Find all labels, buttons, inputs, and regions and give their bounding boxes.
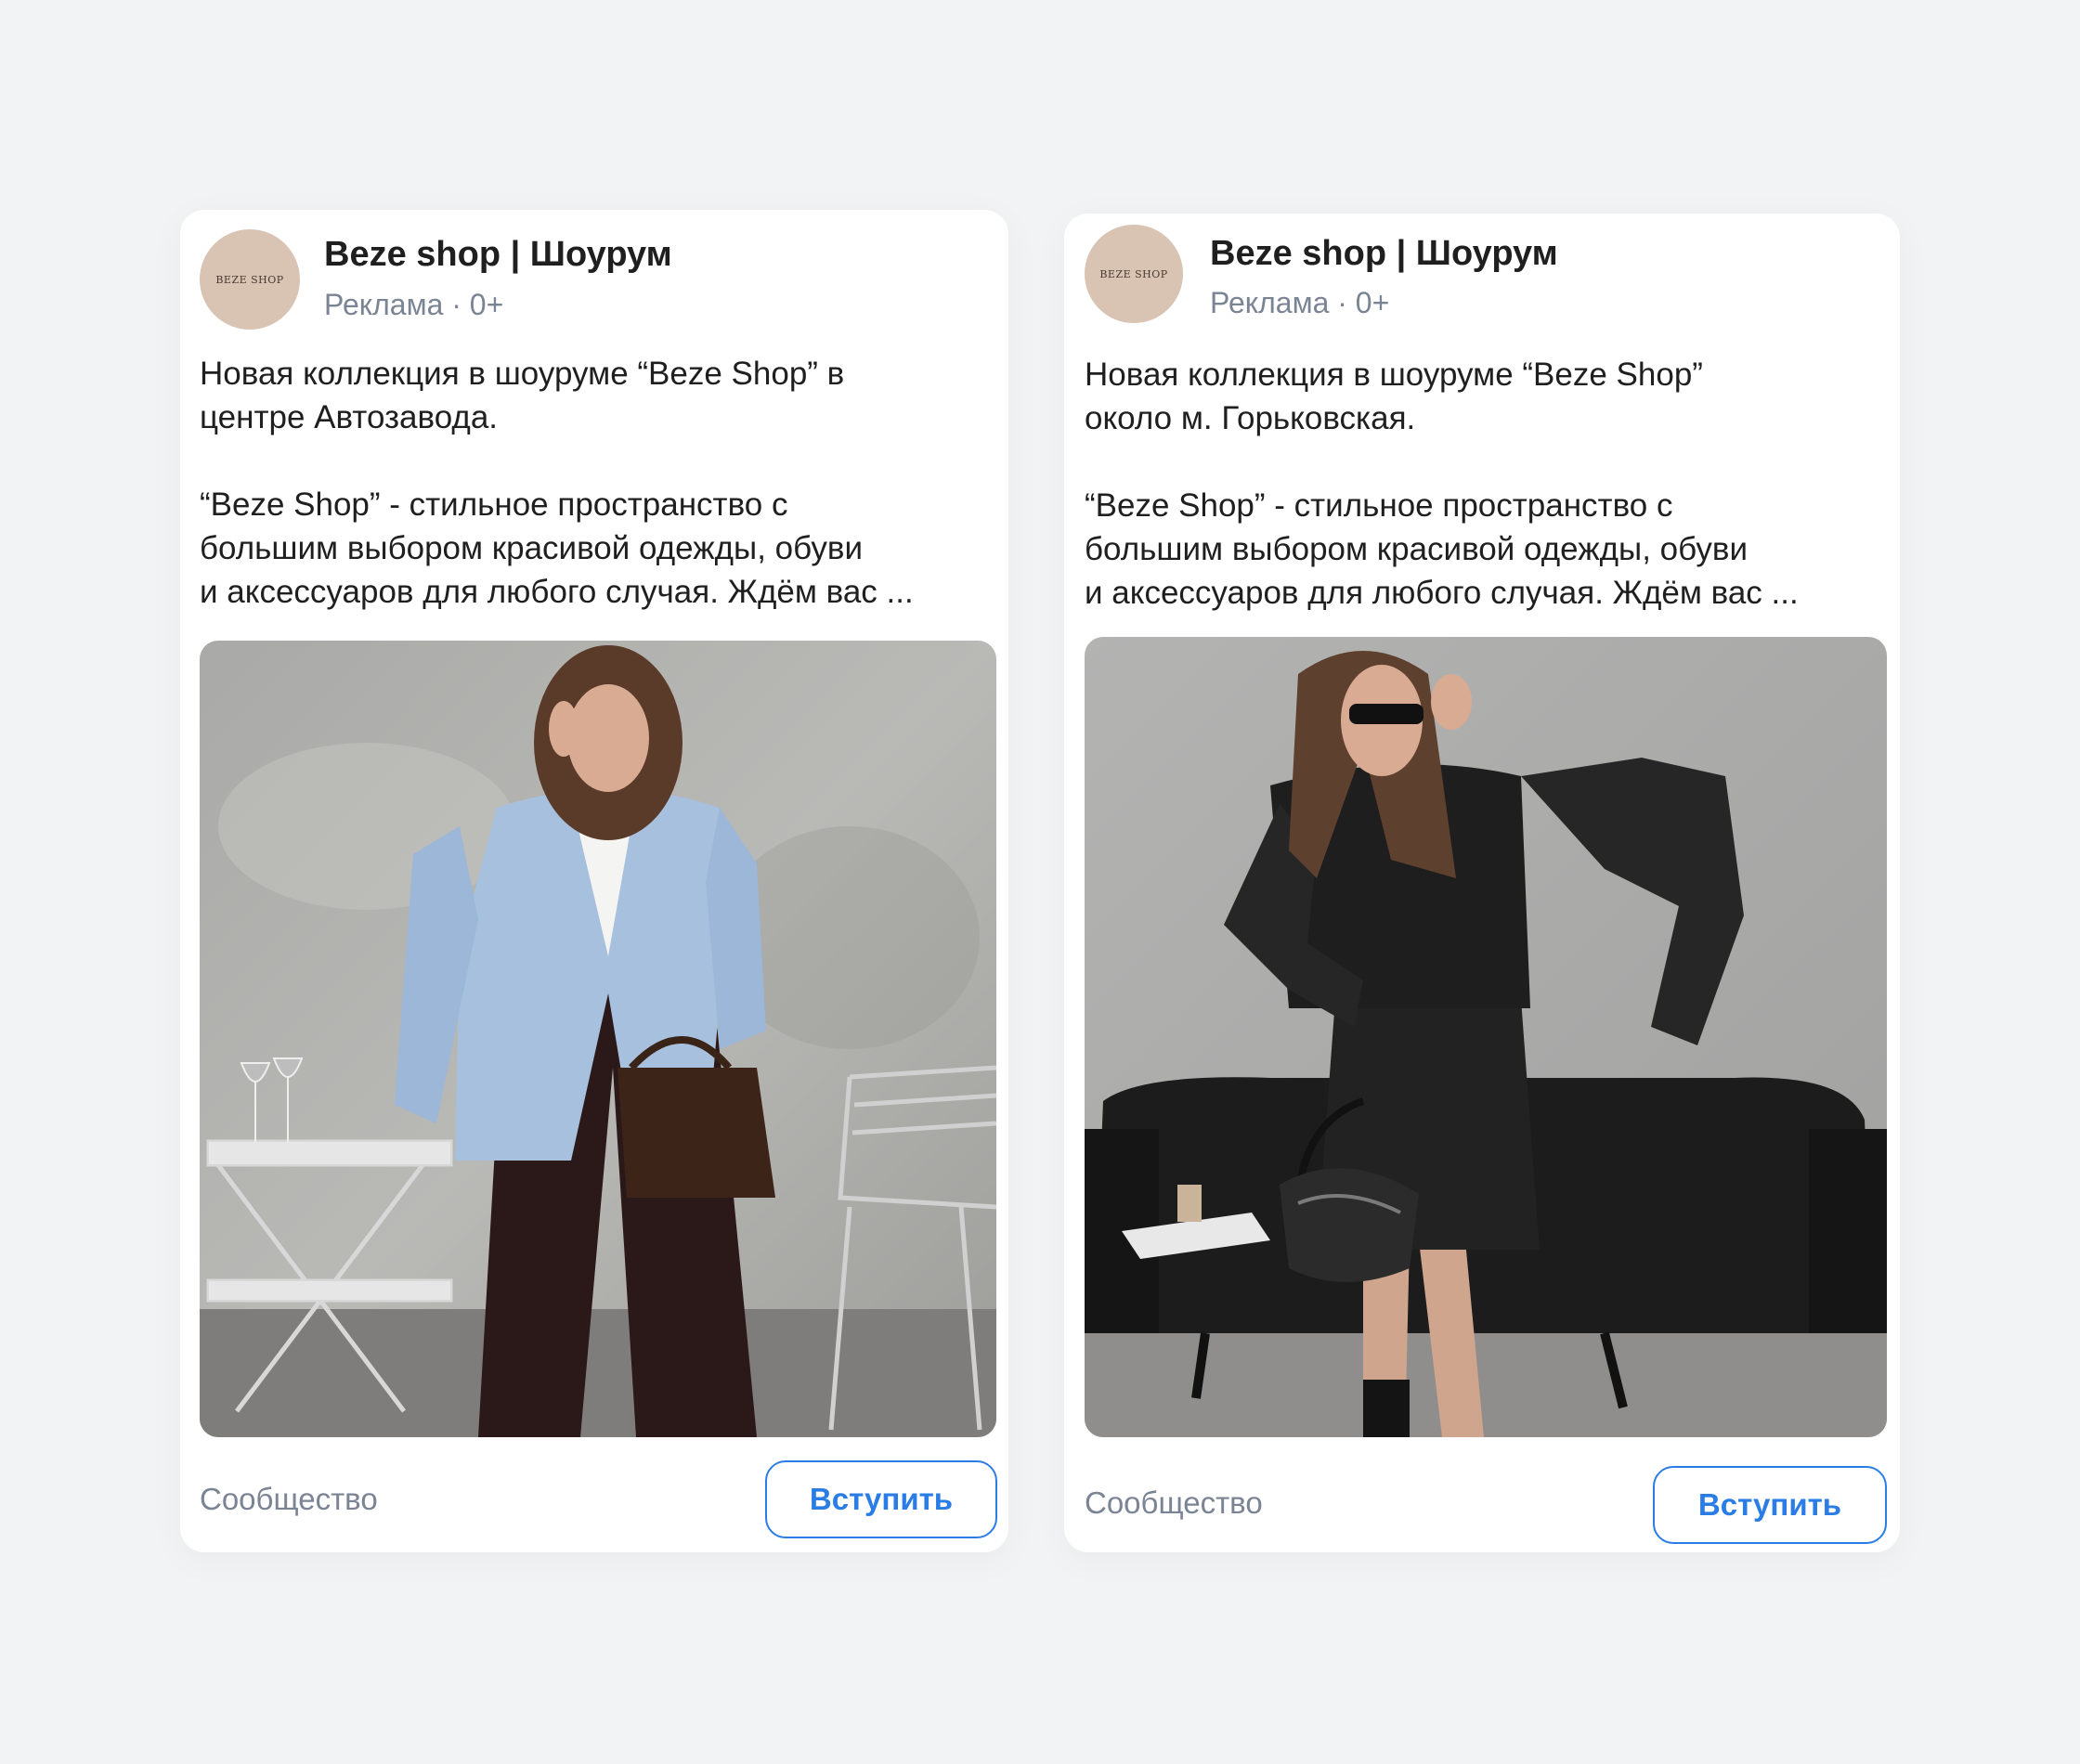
post-text-line[interactable]: и аксессуаров для любого случая. Ждём ва…: [1085, 571, 1799, 615]
post-photo[interactable]: [1085, 637, 1887, 1437]
post-photo[interactable]: [200, 641, 996, 1437]
post-text-line: около м. Горьковская.: [1085, 400, 1416, 436]
ad-post-card: BEZE SHOP Beze shop | Шоурум Реклама · 0…: [1064, 214, 1900, 1552]
post-text-line: большим выбором красивой одежды, обуви: [200, 530, 864, 566]
avatar[interactable]: BEZE SHOP: [200, 229, 300, 330]
avatar-logo-text: BEZE SHOP: [215, 273, 284, 286]
community-label: Сообщество: [200, 1482, 378, 1516]
avatar[interactable]: BEZE SHOP: [1085, 225, 1183, 323]
post-author[interactable]: Beze shop | Шоурум: [324, 235, 672, 275]
post-author[interactable]: Beze shop | Шоурум: [1210, 234, 1558, 274]
fashion-photo-black-jacket: [1085, 637, 1887, 1437]
post-text-line: большим выбором красивой одежды, обуви: [1085, 531, 1748, 567]
fashion-photo-blue-shirt: [200, 641, 996, 1437]
join-button[interactable]: Вступить: [1653, 1466, 1887, 1544]
post-text: Новая коллекция в шоуруме “Beze Shop” в …: [200, 352, 914, 614]
post-text: Новая коллекция в шоуруме “Beze Shop” ок…: [1085, 353, 1799, 615]
post-text-line: “Beze Shop” - стильное пространство с: [200, 486, 788, 523]
join-button[interactable]: Вступить: [765, 1460, 997, 1538]
ad-post-card: BEZE SHOP Beze shop | Шоурум Реклама · 0…: [180, 210, 1008, 1552]
post-meta: Реклама · 0+: [324, 288, 504, 321]
post-text-line: Новая коллекция в шоуруме “Beze Shop”: [1085, 357, 1703, 393]
post-text-line: центре Автозавода.: [200, 399, 499, 435]
post-text-line[interactable]: и аксессуаров для любого случая. Ждём ва…: [200, 570, 914, 614]
community-label: Сообщество: [1085, 1485, 1263, 1520]
avatar-logo-text: BEZE SHOP: [1099, 267, 1168, 280]
post-text-line: Новая коллекция в шоуруме “Beze Shop” в: [200, 356, 845, 392]
post-text-line: “Beze Shop” - стильное пространство с: [1085, 487, 1673, 524]
post-meta: Реклама · 0+: [1210, 286, 1390, 319]
